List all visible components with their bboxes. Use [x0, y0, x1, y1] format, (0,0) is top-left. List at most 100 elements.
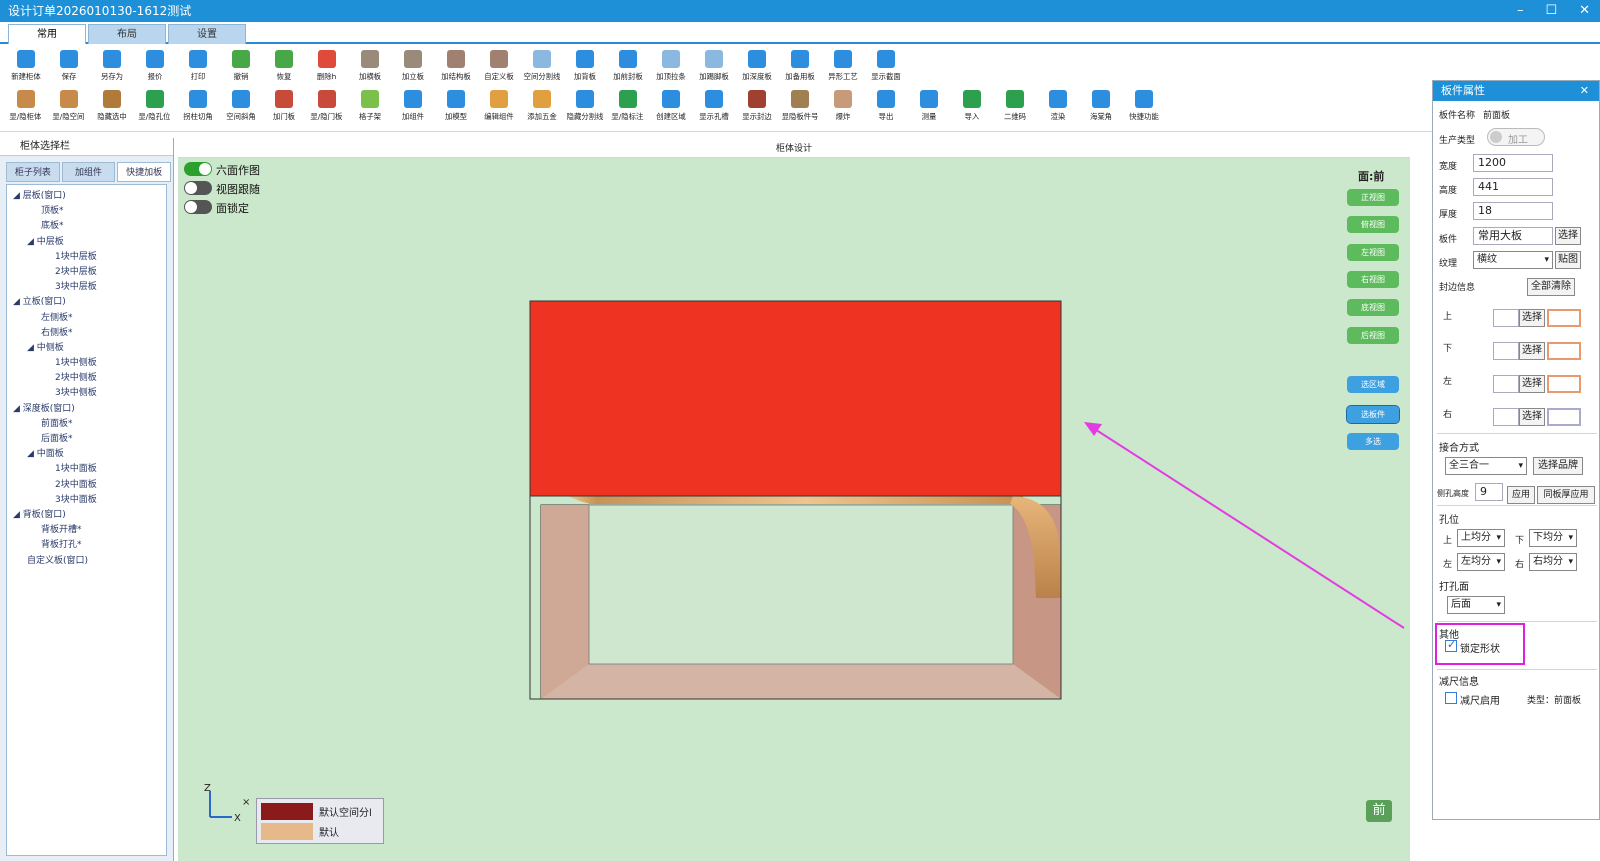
edge-right-select-button[interactable]: 选择 — [1519, 408, 1545, 426]
toolbar-button-2-20[interactable]: 导出 — [864, 86, 907, 128]
toolbar-button-1-15[interactable]: 加顶拉条 — [649, 46, 692, 88]
toolbar-button-2-26[interactable]: 快捷功能 — [1122, 86, 1165, 128]
toolbar-button-1-11[interactable]: 自定义板 — [477, 46, 520, 88]
toolbar-button-1-7[interactable]: 删除h — [305, 46, 348, 88]
tree-node[interactable]: 左侧板* — [7, 311, 166, 326]
apply-button[interactable]: 应用 — [1507, 486, 1535, 504]
toolbar-button-2-4[interactable]: 拐柱切角 — [176, 86, 219, 128]
toolbar-button-2-16[interactable]: 显示孔槽 — [692, 86, 735, 128]
toolbar-button-1-16[interactable]: 加踢脚板 — [692, 46, 735, 88]
toolbar-button-1-12[interactable]: 空间分割线 — [520, 46, 563, 88]
tree-node[interactable]: ◢ 立板(窗口) — [7, 295, 166, 310]
tab-cabinet-list[interactable]: 柜子列表 — [6, 162, 60, 182]
toolbar-button-1-1[interactable]: 保存 — [47, 46, 90, 88]
toolbar-button-2-24[interactable]: 渲染 — [1036, 86, 1079, 128]
tab-layout[interactable]: 布局 — [88, 24, 166, 44]
production-type-toggle[interactable]: 加工 — [1487, 128, 1545, 146]
toolbar-button-2-12[interactable]: 添加五金 — [520, 86, 563, 128]
front-view-badge[interactable]: 前 — [1366, 800, 1392, 822]
tree-node[interactable]: ◢ 中层板 — [7, 235, 166, 250]
toolbar-button-2-6[interactable]: 加门板 — [262, 86, 305, 128]
toolbar-button-1-14[interactable]: 加前封板 — [606, 46, 649, 88]
toolbar-button-2-13[interactable]: 隐藏分割线 — [563, 86, 606, 128]
minimize-button[interactable]: – — [1517, 0, 1524, 22]
material-field[interactable]: 常用大板 — [1473, 227, 1553, 245]
edge-top-swatch[interactable] — [1547, 309, 1581, 327]
reduce-enable-checkbox[interactable] — [1445, 692, 1457, 704]
tree-node[interactable]: ◢ 中侧板 — [7, 341, 166, 356]
toolbar-button-2-5[interactable]: 空间斜角 — [219, 86, 262, 128]
tree-node[interactable]: ◢ 中面板 — [7, 447, 166, 462]
clear-all-edges-button[interactable]: 全部清除 — [1527, 278, 1575, 296]
toolbar-button-1-3[interactable]: 报价 — [133, 46, 176, 88]
edge-bottom-field[interactable] — [1493, 342, 1519, 360]
edge-left-select-button[interactable]: 选择 — [1519, 375, 1545, 393]
material-select-button[interactable]: 选择 — [1555, 227, 1581, 245]
toolbar-button-1-19[interactable]: 异形工艺 — [821, 46, 864, 88]
tree-node[interactable]: 自定义板(窗口) — [7, 554, 166, 569]
close-window-button[interactable]: ✕ — [1579, 0, 1590, 22]
toolbar-button-2-3[interactable]: 显/隐孔位 — [133, 86, 176, 128]
tree-node[interactable]: 1块中侧板 — [7, 356, 166, 371]
height-field[interactable]: 441 — [1473, 178, 1553, 196]
toolbar-button-1-5[interactable]: 撤销 — [219, 46, 262, 88]
hole-bottom-select[interactable]: 下均分 — [1529, 529, 1577, 547]
hole-top-select[interactable]: 上均分 — [1457, 529, 1505, 547]
toolbar-button-2-15[interactable]: 创建区域 — [649, 86, 692, 128]
tree-node[interactable]: 右侧板* — [7, 326, 166, 341]
edge-bottom-swatch[interactable] — [1547, 342, 1581, 360]
tree-node[interactable]: 顶板* — [7, 204, 166, 219]
toolbar-button-2-22[interactable]: 导入 — [950, 86, 993, 128]
toolbar-button-1-9[interactable]: 加立板 — [391, 46, 434, 88]
tab-add-component[interactable]: 加组件 — [61, 162, 116, 182]
toolbar-button-2-1[interactable]: 显/隐空间 — [47, 86, 90, 128]
toolbar-button-1-2[interactable]: 另存为 — [90, 46, 133, 88]
tree-node[interactable]: 底板* — [7, 219, 166, 234]
tree-node[interactable]: ◢ 层板(窗口) — [7, 189, 166, 204]
tree-node[interactable]: ◢ 深度板(窗口) — [7, 402, 166, 417]
close-properties-icon[interactable]: ✕ — [1580, 81, 1589, 101]
tree-node[interactable]: 背板开槽* — [7, 523, 166, 538]
side-hole-height-field[interactable]: 9 — [1475, 483, 1503, 501]
grain-select[interactable]: 横纹 — [1473, 251, 1553, 269]
tab-common[interactable]: 常用 — [8, 24, 86, 44]
toolbar-button-2-17[interactable]: 显示封边 — [735, 86, 778, 128]
tree-node[interactable]: 后面板* — [7, 432, 166, 447]
toolbar-button-1-18[interactable]: 加备用板 — [778, 46, 821, 88]
select-brand-button[interactable]: 选择品牌 — [1533, 457, 1583, 475]
toolbar-button-2-7[interactable]: 显/隐门板 — [305, 86, 348, 128]
lock-shape-checkbox[interactable] — [1445, 638, 1457, 652]
edge-bottom-select-button[interactable]: 选择 — [1519, 342, 1545, 360]
toolbar-button-2-23[interactable]: 二维码 — [993, 86, 1036, 128]
edge-left-swatch[interactable] — [1547, 375, 1581, 393]
cabinet-model[interactable] — [178, 158, 1410, 861]
toolbar-button-2-25[interactable]: 海棠角 — [1079, 86, 1122, 128]
hole-left-select[interactable]: 左均分 — [1457, 553, 1505, 571]
toolbar-button-2-21[interactable]: 测量 — [907, 86, 950, 128]
tree-node[interactable]: 2块中层板 — [7, 265, 166, 280]
tree-node[interactable]: 1块中面板 — [7, 462, 166, 477]
toolbar-button-1-8[interactable]: 加横板 — [348, 46, 391, 88]
edge-right-swatch[interactable] — [1547, 408, 1581, 426]
tree-node[interactable]: 3块中层板 — [7, 280, 166, 295]
tree-node[interactable]: 1块中层板 — [7, 250, 166, 265]
toolbar-button-2-14[interactable]: 显/隐标注 — [606, 86, 649, 128]
toolbar-button-2-19[interactable]: 爆炸 — [821, 86, 864, 128]
tree-node[interactable]: 3块中面板 — [7, 493, 166, 508]
toolbar-button-1-13[interactable]: 加背板 — [563, 46, 606, 88]
toolbar-button-1-6[interactable]: 恢复 — [262, 46, 305, 88]
toolbar-button-2-8[interactable]: 格子架 — [348, 86, 391, 128]
toolbar-button-2-10[interactable]: 加模型 — [434, 86, 477, 128]
join-method-select[interactable]: 全三合一 — [1445, 457, 1527, 475]
tree-node[interactable]: 3块中侧板 — [7, 386, 166, 401]
edge-left-field[interactable] — [1493, 375, 1519, 393]
toolbar-button-1-10[interactable]: 加结构板 — [434, 46, 477, 88]
tree-node[interactable]: 前面板* — [7, 417, 166, 432]
tree-node[interactable]: 背板打孔* — [7, 538, 166, 553]
edge-top-select-button[interactable]: 选择 — [1519, 309, 1545, 327]
same-thickness-apply-button[interactable]: 同板厚应用 — [1537, 486, 1595, 504]
tree-node[interactable]: ◢ 背板(窗口) — [7, 508, 166, 523]
toolbar-button-1-0[interactable]: 新建柜体 — [4, 46, 47, 88]
edge-top-field[interactable] — [1493, 309, 1519, 327]
toolbar-button-2-18[interactable]: 显隐板件号 — [778, 86, 821, 128]
